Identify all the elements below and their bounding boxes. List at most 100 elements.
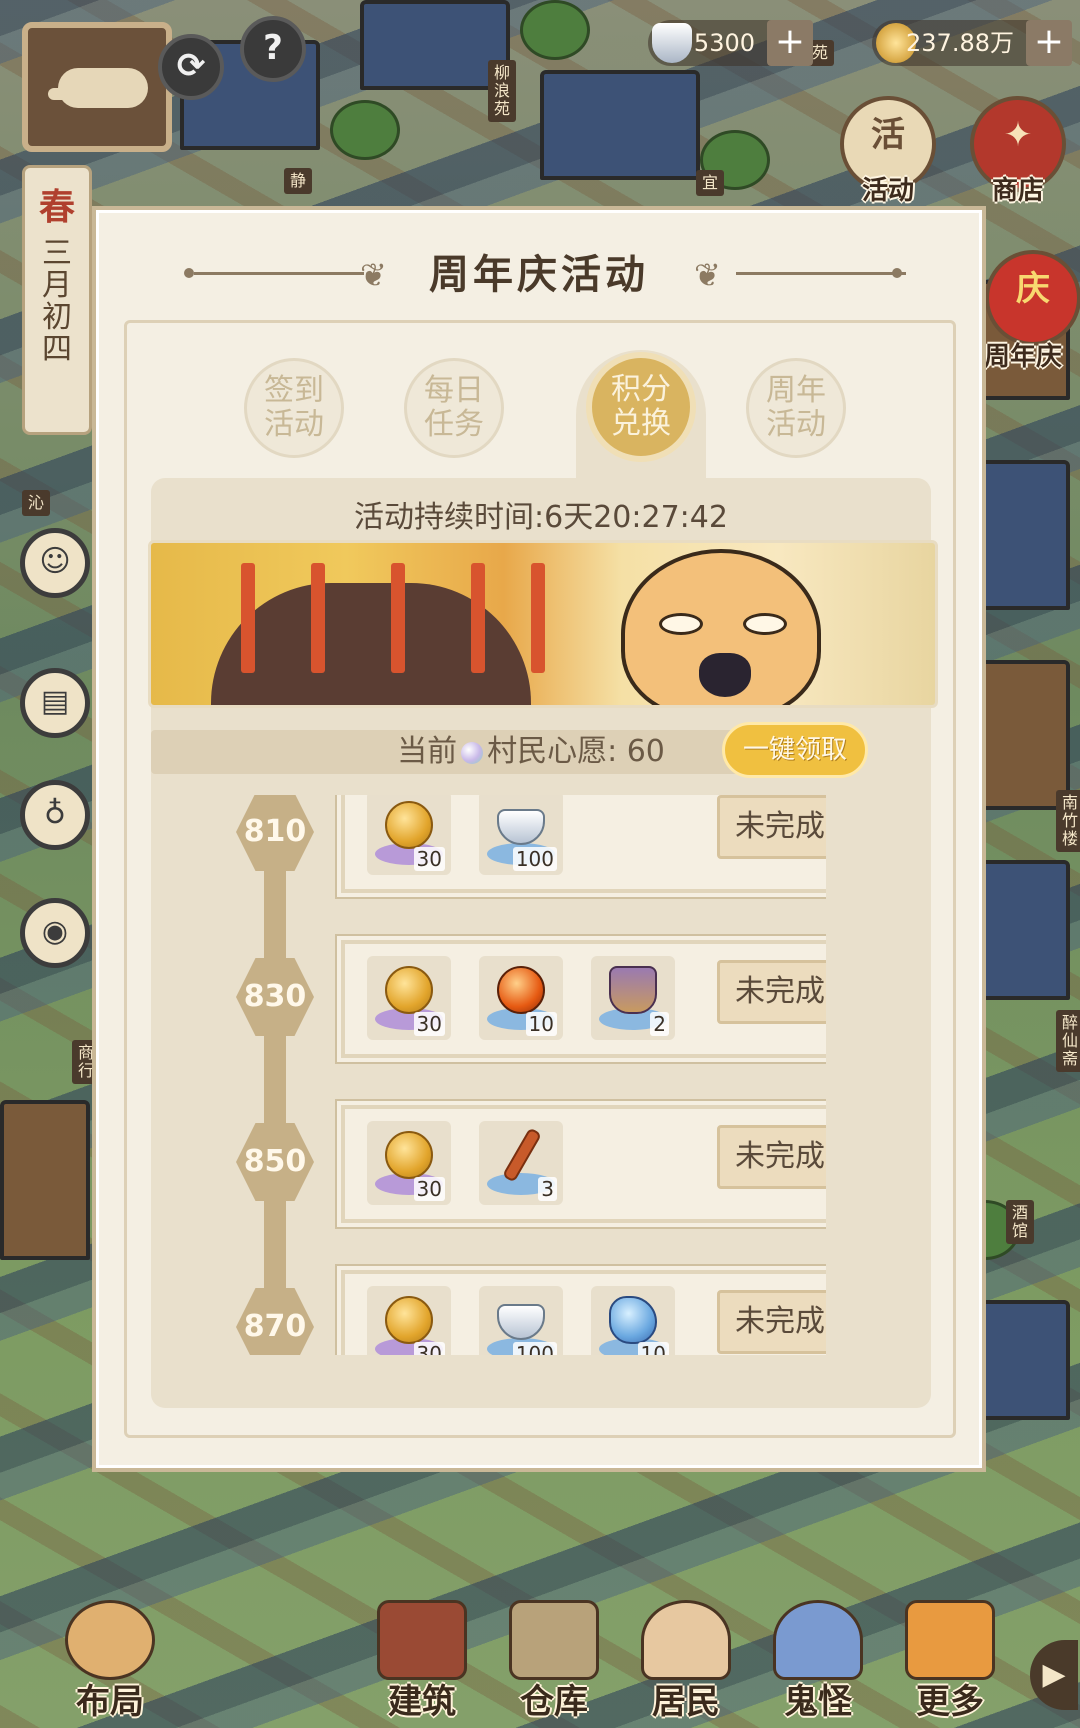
anniversary-dialog: ❦ 周年庆活动 ❦ 签到活动 每日任务 积分兑换 周年活动 活动持续时间:6天2…: [92, 206, 986, 1472]
layout-icon: [65, 1600, 155, 1680]
map-sign: 宜: [696, 170, 724, 196]
item-quantity: 10: [525, 1012, 557, 1036]
item-quantity: 100: [512, 847, 557, 871]
reward-item[interactable]: 30: [367, 1286, 451, 1355]
shop-label: 商店: [991, 176, 1044, 206]
reward-item[interactable]: 30: [367, 795, 451, 875]
reward-item[interactable]: 100: [479, 795, 563, 875]
nav-label: 居民: [652, 1682, 720, 1722]
coin-icon: [385, 801, 433, 849]
map-sign: 南竹楼: [1056, 790, 1080, 852]
status-incomplete-button[interactable]: 未完成: [717, 960, 826, 1024]
shop-icon: ✦: [1003, 115, 1033, 155]
item-quantity: 100: [512, 1342, 557, 1355]
status-incomplete-button[interactable]: 未完成: [717, 795, 826, 859]
threshold-node: 830: [236, 958, 314, 1036]
map-sign: 酒馆: [1006, 1200, 1034, 1244]
silver-ingot-icon: [497, 1304, 545, 1340]
nav-label: 鬼怪: [784, 1682, 852, 1722]
scroll-icon: 活: [871, 115, 905, 155]
weather-card[interactable]: [22, 22, 172, 152]
camera-icon[interactable]: ◉: [20, 898, 90, 968]
help-button[interactable]: ?: [240, 16, 306, 82]
event-banner-image: [148, 540, 938, 708]
nav-residents-button[interactable]: 居民: [626, 1600, 746, 1728]
season-label: 春: [38, 187, 75, 228]
calendar-panel[interactable]: 春 三月初四: [22, 165, 92, 435]
nav-label: 更多: [916, 1682, 984, 1722]
coin-icon: [385, 1131, 433, 1179]
resident-icon: [641, 1600, 731, 1680]
title-ornament: [892, 268, 902, 278]
ghost-icon: [773, 1600, 863, 1680]
silver-ingot-icon: [652, 23, 692, 63]
tab-points-exchange[interactable]: 积分兑换: [586, 352, 696, 462]
map-sign: 柳浪苑: [488, 60, 516, 122]
item-quantity: 2: [650, 1012, 669, 1036]
activity-label: 活动: [861, 176, 914, 206]
add-silver-button[interactable]: +: [767, 20, 813, 66]
nav-layout-button[interactable]: 布局: [50, 1600, 170, 1728]
wind-icon: [48, 88, 108, 100]
reward-item[interactable]: 30: [367, 1121, 451, 1205]
wish-prefix: 当前: [397, 734, 458, 769]
tab-sign-in[interactable]: 签到活动: [244, 358, 344, 458]
tab-daily-tasks[interactable]: 每日任务: [404, 358, 504, 458]
reward-item[interactable]: 10: [591, 1286, 675, 1355]
nav-label: 布局: [76, 1682, 144, 1722]
reward-row: 30 3 未完成: [341, 1105, 826, 1223]
item-quantity: 30: [413, 1342, 445, 1355]
reward-item[interactable]: 30: [367, 956, 451, 1040]
nav-build-button[interactable]: 建筑: [362, 1600, 482, 1728]
reward-item[interactable]: 2: [591, 956, 675, 1040]
silver-resource: 5300 +: [648, 20, 813, 66]
fire-orb-icon: [497, 966, 545, 1014]
tab-anniversary[interactable]: 周年活动: [746, 358, 846, 458]
reward-row: 30 100 未完成: [341, 795, 826, 893]
map-sign: 醉仙斋: [1056, 1010, 1080, 1072]
reward-row: 30 10 2 未完成: [341, 940, 826, 1058]
warehouse-icon: [509, 1600, 599, 1680]
item-quantity: 10: [637, 1342, 669, 1355]
map-sign: 沁: [22, 490, 50, 516]
coin-resource: 237.88万 +: [872, 20, 1072, 66]
water-spirit-icon: [609, 1296, 657, 1344]
nav-ghosts-button[interactable]: 鬼怪: [758, 1600, 878, 1728]
villager-avatar-icon[interactable]: ☺: [20, 528, 90, 598]
nav-label: 建筑: [388, 1682, 456, 1722]
book-icon[interactable]: ▤: [20, 668, 90, 738]
item-quantity: 30: [413, 1012, 445, 1036]
silver-ingot-icon: [497, 809, 545, 845]
building-icon: [377, 1600, 467, 1680]
status-incomplete-button[interactable]: 未完成: [717, 1290, 826, 1354]
refresh-icon[interactable]: ⟳: [158, 34, 224, 100]
event-timer: 活动持续时间:6天20:27:42: [354, 500, 728, 535]
cat-spirit-illustration: [621, 549, 821, 705]
lantern-icon: [905, 1600, 995, 1680]
coin-amount: 237.88万: [906, 29, 1014, 57]
progress-track: [264, 795, 286, 1355]
nav-more-button[interactable]: 更多: [890, 1600, 1010, 1728]
reward-item[interactable]: 100: [479, 1286, 563, 1355]
map-sign: 静: [284, 168, 312, 194]
threshold-node: 870: [236, 1288, 314, 1355]
add-coin-button[interactable]: +: [1026, 20, 1072, 66]
item-quantity: 30: [413, 1177, 445, 1201]
status-incomplete-button[interactable]: 未完成: [717, 1125, 826, 1189]
nav-storage-button[interactable]: 仓库: [494, 1600, 614, 1728]
claim-all-button[interactable]: 一键领取: [722, 722, 868, 778]
bell-icon: [609, 966, 657, 1014]
reward-item[interactable]: 10: [479, 956, 563, 1040]
reward-item[interactable]: 3: [479, 1121, 563, 1205]
swirl-ornament-icon: ❦: [694, 256, 721, 294]
coin-icon: [385, 1296, 433, 1344]
bottom-nav: 布局 建筑 仓库 居民 鬼怪 更多: [0, 1560, 1080, 1728]
bag-icon[interactable]: ♁: [20, 780, 90, 850]
reward-list[interactable]: 810 30 100 未完成 830 30 10 2 未完成 850 30 3 …: [166, 795, 826, 1355]
coin-icon: [385, 966, 433, 1014]
anniversary-button[interactable]: 庆: [985, 250, 1080, 346]
date-label: 三月初四: [42, 236, 72, 367]
threshold-node: 850: [236, 1123, 314, 1201]
anniversary-icon: 庆: [1016, 269, 1050, 309]
threshold-node: 810: [236, 795, 314, 871]
